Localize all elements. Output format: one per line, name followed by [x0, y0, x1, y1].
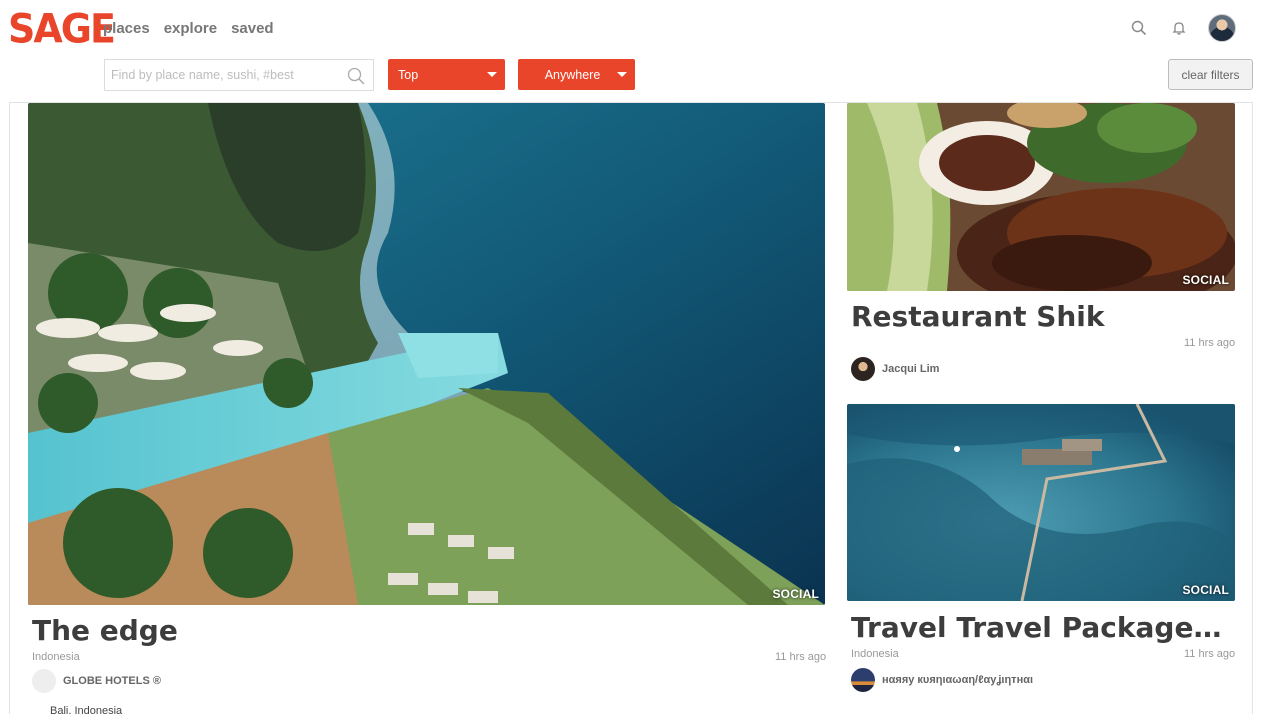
main-nav: places explore saved: [103, 20, 274, 37]
top-bar: SAGE places explore saved Top Anywhere c…: [0, 0, 1262, 102]
location-dropdown[interactable]: Anywhere: [518, 59, 635, 90]
author-name: Jacqui Lim: [882, 363, 940, 375]
shik-author[interactable]: Jacqui Lim: [851, 357, 939, 381]
edge-timestamp: 11 hrs ago: [775, 651, 827, 663]
edge-card-image[interactable]: SOCIAL: [28, 103, 825, 605]
edge-title[interactable]: The edge: [32, 614, 792, 647]
bell-icon[interactable]: [1168, 17, 1190, 39]
sort-dropdown[interactable]: Top: [388, 59, 505, 90]
location-value: Anywhere: [544, 67, 601, 82]
author-avatar: [851, 668, 875, 692]
shik-timestamp: 11 hrs ago: [1184, 337, 1236, 349]
nav-places[interactable]: places: [103, 20, 150, 37]
edge-address: Bali, Indonesia: [50, 705, 123, 714]
search-box: [104, 59, 374, 91]
author-avatar: [32, 669, 56, 693]
caret-down-icon: [617, 72, 627, 77]
travel-card-image[interactable]: SOCIAL: [847, 404, 1235, 601]
author-name: нαяяу кυяηιαωαη/ℓαуʝιηтнαι: [882, 674, 1034, 686]
avatar[interactable]: [1208, 14, 1236, 42]
social-badge: SOCIAL: [772, 587, 819, 601]
shik-card-image[interactable]: SOCIAL: [847, 103, 1235, 291]
search-icon[interactable]: [345, 65, 367, 87]
author-avatar: [851, 357, 875, 381]
author-name: GLOBE HOTELS ®: [63, 675, 161, 687]
travel-location: Indonesia: [851, 648, 899, 660]
search-icon[interactable]: [1128, 17, 1150, 39]
nav-explore[interactable]: explore: [164, 20, 217, 37]
sort-value: Top: [398, 67, 419, 82]
feed: SOCIAL The edge Indonesia 11 hrs ago GLO…: [9, 102, 1253, 714]
edge-author[interactable]: GLOBE HOTELS ®: [32, 669, 161, 693]
edge-location: Indonesia: [32, 651, 80, 663]
nav-saved[interactable]: saved: [231, 20, 274, 37]
sage-logo[interactable]: SAGE: [8, 5, 116, 53]
caret-down-icon: [487, 72, 497, 77]
shik-title[interactable]: Restaurant Shik: [851, 300, 1231, 333]
social-badge: SOCIAL: [1182, 273, 1229, 287]
search-input[interactable]: [105, 60, 343, 90]
travel-timestamp: 11 hrs ago: [1184, 648, 1236, 660]
travel-title[interactable]: Travel Travel Packages T...: [851, 611, 1235, 644]
clear-filters-button[interactable]: clear filters: [1168, 59, 1253, 90]
logo-text: SAGE: [8, 5, 116, 53]
header-actions: [1128, 14, 1236, 42]
social-badge: SOCIAL: [1182, 583, 1229, 597]
travel-author[interactable]: нαяяу кυяηιαωαη/ℓαуʝιηтнαι: [851, 668, 1033, 692]
